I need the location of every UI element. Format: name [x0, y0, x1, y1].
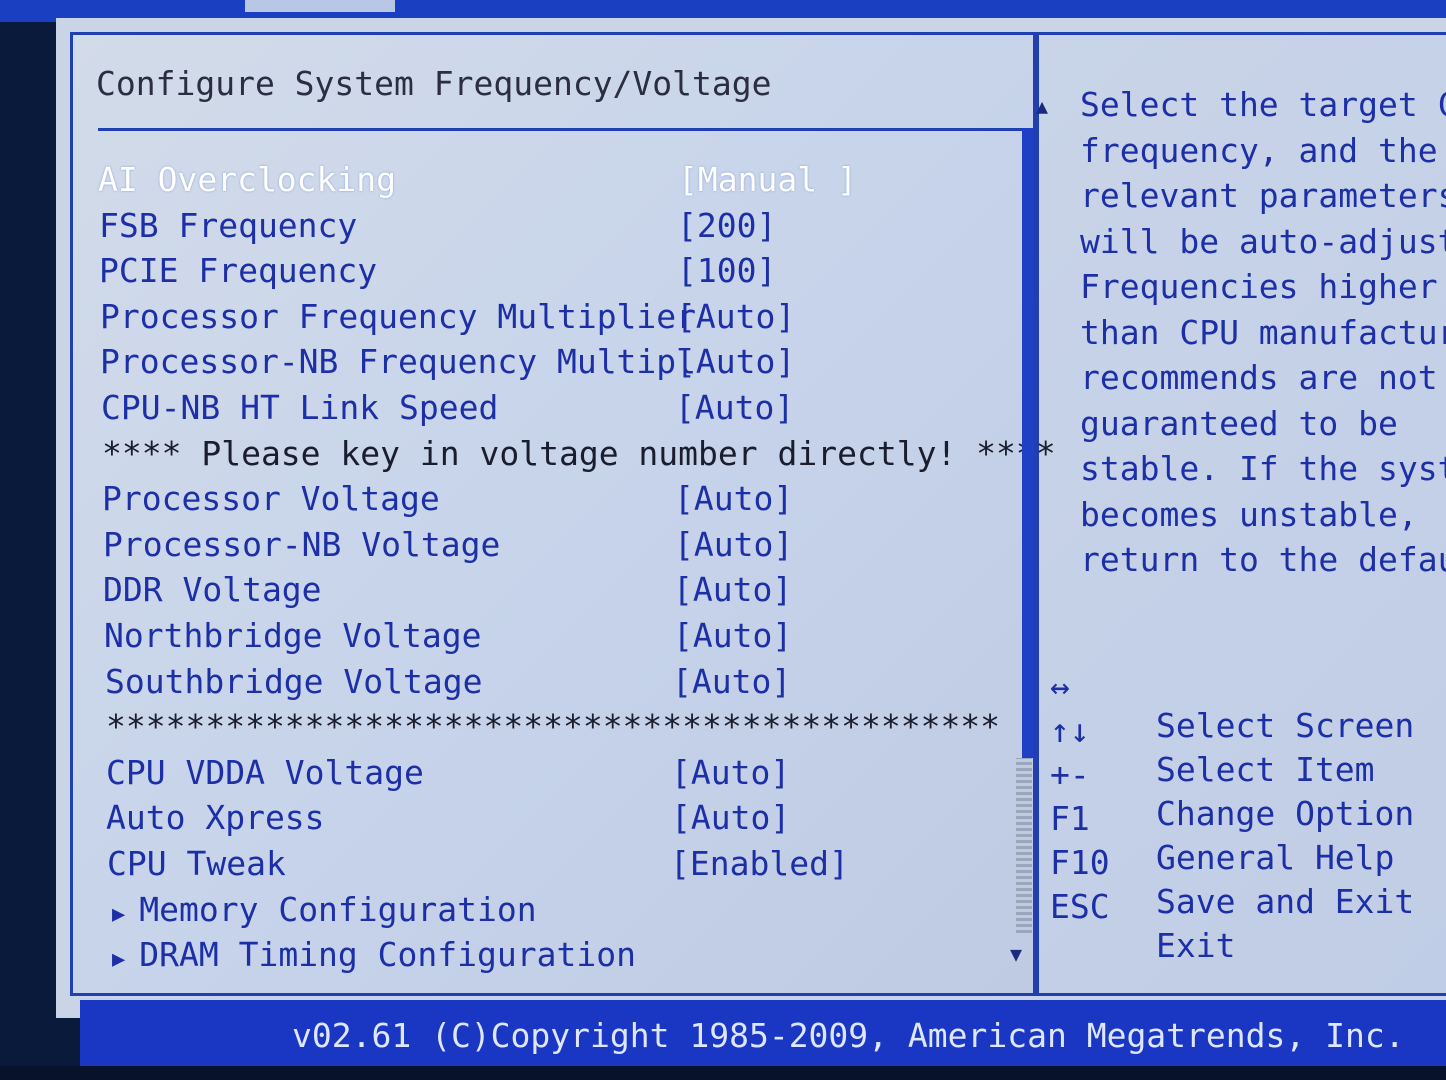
setting-label: Processor Frequency Multiplier	[100, 296, 697, 336]
setting-label: Auto Xpress	[106, 798, 325, 838]
setting-label: Processor Voltage	[102, 479, 440, 519]
help-line: than CPU manufacturer	[1080, 312, 1446, 352]
setting-row[interactable]: PCIE Frequency [100]	[0, 251, 1000, 295]
setting-label: PCIE Frequency	[99, 251, 378, 291]
setting-value[interactable]: [Auto]	[673, 616, 792, 655]
copyright-text: v02.61 (C)Copyright 1985-2009, American …	[292, 1016, 1405, 1055]
setting-row[interactable]: Processor-NB Frequency Multipl [Auto]	[0, 342, 1000, 386]
setting-value[interactable]: [Enabled]	[670, 844, 849, 883]
submenu-label: DRAM Timing Configuration	[139, 935, 636, 975]
setting-row[interactable]: Processor-NB Voltage [Auto]	[0, 525, 1000, 569]
key-description: Exit	[1156, 926, 1236, 965]
help-line: becomes unstable,	[1080, 494, 1418, 534]
help-line: Select the target CPU	[1080, 85, 1446, 124]
help-line: relevant parameters	[1080, 176, 1446, 215]
scrollbar-track[interactable]	[1016, 758, 1032, 933]
help-line: frequency, and the	[1080, 130, 1438, 170]
setting-row[interactable]: CPU VDDA Voltage [Auto]	[0, 753, 1000, 797]
scrollbar-thumb[interactable]	[1022, 128, 1034, 758]
setting-value[interactable]: [Auto]	[674, 525, 793, 564]
setting-label: CPU-NB HT Link Speed	[101, 388, 499, 427]
setting-value[interactable]: [Auto]	[671, 798, 790, 837]
setting-label: Southbridge Voltage	[105, 661, 483, 701]
voltage-notice: **** Please key in voltage number direct…	[0, 434, 1056, 478]
setting-value[interactable]: [200]	[677, 206, 776, 245]
help-line: guaranteed to be	[1080, 403, 1398, 443]
key-legend-row: F1 General Help	[1050, 760, 1394, 877]
help-line: Frequencies higher	[1080, 267, 1438, 306]
key-legend-row: ESC Exit	[1050, 848, 1235, 965]
help-line: recommends are not	[1080, 358, 1438, 397]
setting-label: FSB Frequency	[99, 205, 358, 245]
setting-row[interactable]: DDR Voltage [Auto]	[0, 570, 1000, 614]
setting-value[interactable]: [Auto]	[675, 388, 794, 427]
setting-row[interactable]: Northbridge Voltage [Auto]	[0, 616, 1000, 660]
setting-label: Northbridge Voltage	[104, 616, 482, 655]
submenu-item[interactable]: ▶ DRAM Timing Configuration	[0, 935, 1000, 979]
separator-text: ****************************************…	[106, 707, 1001, 747]
title-divider	[98, 128, 1036, 131]
active-top-tab[interactable]	[245, 0, 395, 12]
setting-value[interactable]: [100]	[677, 251, 776, 290]
key-legend-row: F10 Save and Exit	[1050, 804, 1414, 921]
setting-row[interactable]: Auto Xpress [Auto]	[0, 798, 1000, 842]
setting-row[interactable]: Southbridge Voltage [Auto]	[0, 662, 1000, 706]
setting-label: DDR Voltage	[103, 570, 322, 610]
setting-label: CPU Tweak	[107, 844, 286, 883]
setting-row[interactable]: CPU-NB HT Link Speed [Auto]	[0, 388, 1000, 432]
separator-line: ****************************************…	[0, 707, 1000, 751]
help-line: stable. If the system	[1080, 449, 1446, 488]
page-title: Configure System Frequency/Voltage	[96, 64, 772, 103]
key-description: General Help	[1156, 838, 1395, 877]
setting-value[interactable]: [Auto]	[673, 570, 792, 609]
setting-label: CPU VDDA Voltage	[106, 752, 424, 792]
setting-row[interactable]: Processor Frequency Multiplier [Auto]	[0, 297, 1000, 341]
setting-value[interactable]: [Auto]	[674, 479, 793, 518]
key-name: ESC	[1050, 887, 1110, 926]
setting-row[interactable]: Processor Voltage [Auto]	[0, 479, 1000, 523]
help-line: return to the default.	[1080, 540, 1446, 579]
setting-row[interactable]: FSB Frequency [200]	[0, 206, 1000, 250]
setting-value[interactable]: [Auto]	[676, 297, 795, 336]
setting-value[interactable]: [Auto]	[671, 753, 790, 792]
submenu-arrow-icon: ▶	[112, 901, 126, 927]
key-legend-row: +- Change Option	[1050, 716, 1414, 833]
setting-value[interactable]: [Auto]	[672, 662, 791, 701]
setting-row[interactable]: CPU Tweak [Enabled]	[0, 844, 1000, 888]
help-line: will be auto-adjusted	[1080, 221, 1446, 261]
key-legend-row: ↑↓ Select Item	[1050, 672, 1375, 789]
submenu-item[interactable]: ▶ Memory Configuration	[0, 890, 1000, 934]
scroll-down-icon[interactable]: ▼	[1010, 942, 1022, 966]
setting-value[interactable]: [Auto]	[676, 342, 795, 381]
scroll-up-icon[interactable]: ▲	[1036, 94, 1048, 118]
notice-text: **** Please key in voltage number direct…	[102, 433, 1056, 473]
key-description: Change Option	[1156, 794, 1415, 833]
help-description: Select the target CPU frequency, and the…	[1080, 82, 1446, 583]
setting-label: Processor-NB Voltage	[103, 524, 501, 564]
key-description: Select Item	[1156, 750, 1375, 789]
submenu-label: Memory Configuration	[139, 889, 537, 929]
setting-row[interactable]: AI Overclocking [Manual ]	[0, 160, 1000, 204]
key-description: Select Screen	[1156, 706, 1415, 745]
setting-label: AI Overclocking	[98, 160, 397, 199]
key-description: Save and Exit	[1156, 882, 1415, 921]
submenu-arrow-icon: ▶	[112, 947, 126, 973]
monitor-bezel	[0, 1066, 1446, 1080]
setting-label: Processor-NB Frequency Multipl	[100, 342, 697, 382]
setting-value[interactable]: [Manual ]	[678, 160, 857, 199]
key-legend-row: ↔ Select Screen	[1050, 628, 1414, 745]
